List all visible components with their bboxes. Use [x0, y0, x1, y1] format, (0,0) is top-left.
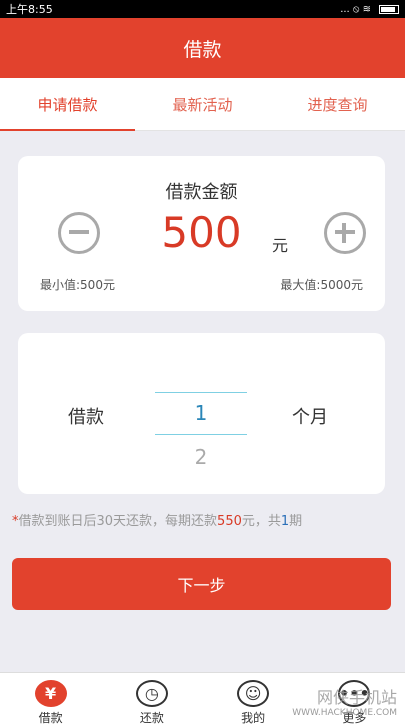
increase-amount-button[interactable] [324, 212, 366, 254]
term-picker-option[interactable]: 2 [155, 445, 247, 469]
tab-bar: 申请借款 最新活动 进度查询 [0, 78, 405, 131]
status-icons: ... ⦸ ≋ [340, 4, 399, 15]
nav-label: 还款 [139, 711, 164, 725]
nav-item-repay[interactable]: ◷ 还款 [101, 673, 202, 726]
nav-label: 我的 [241, 711, 266, 725]
max-amount-label: 最大值:5000元 [280, 278, 363, 292]
amount-title: 借款金额 [165, 182, 238, 203]
nav-item-loan[interactable]: ¥ 借款 [0, 673, 101, 726]
status-time: 上午8:55 [6, 3, 53, 16]
repayment-notice: *借款到账日后30天还款，每期还款550元，共1期 [12, 514, 303, 529]
term-picker-selected[interactable]: 1 [155, 401, 247, 425]
yen-icon: ¥ [34, 680, 67, 707]
term-unit: 个月 [292, 407, 328, 428]
term-card: 借款 1 2 个月 [18, 333, 385, 494]
app-header: 借款 [0, 18, 405, 78]
tab-progress-query[interactable]: 进度查询 [270, 78, 405, 130]
term-label: 借款 [68, 407, 104, 428]
user-icon: ☺ [237, 680, 270, 707]
amount-unit: 元 [272, 236, 289, 255]
battery-icon [379, 4, 399, 14]
tab-apply-loan[interactable]: 申请借款 [0, 78, 135, 131]
status-bar: 上午8:55 ... ⦸ ≋ [0, 0, 405, 18]
page-title: 借款 [183, 38, 222, 61]
tab-latest-activity[interactable]: 最新活动 [135, 78, 270, 130]
min-amount-label: 最小值:500元 [40, 278, 115, 292]
picker-divider-bottom [155, 434, 247, 435]
amount-card: 借款金额 500 元 最小值:500元 最大值:5000元 [18, 156, 385, 311]
picker-divider-top [155, 392, 247, 393]
signal-icon: ... ⦸ ≋ [340, 3, 371, 15]
nav-label: 借款 [38, 711, 63, 725]
watermark: 网侠手机站 WWW.HACKHOME.COM [292, 688, 397, 718]
nav-item-mine[interactable]: ☺ 我的 [203, 673, 304, 726]
clock-icon: ◷ [135, 680, 168, 707]
next-step-button[interactable]: 下一步 [12, 558, 391, 610]
